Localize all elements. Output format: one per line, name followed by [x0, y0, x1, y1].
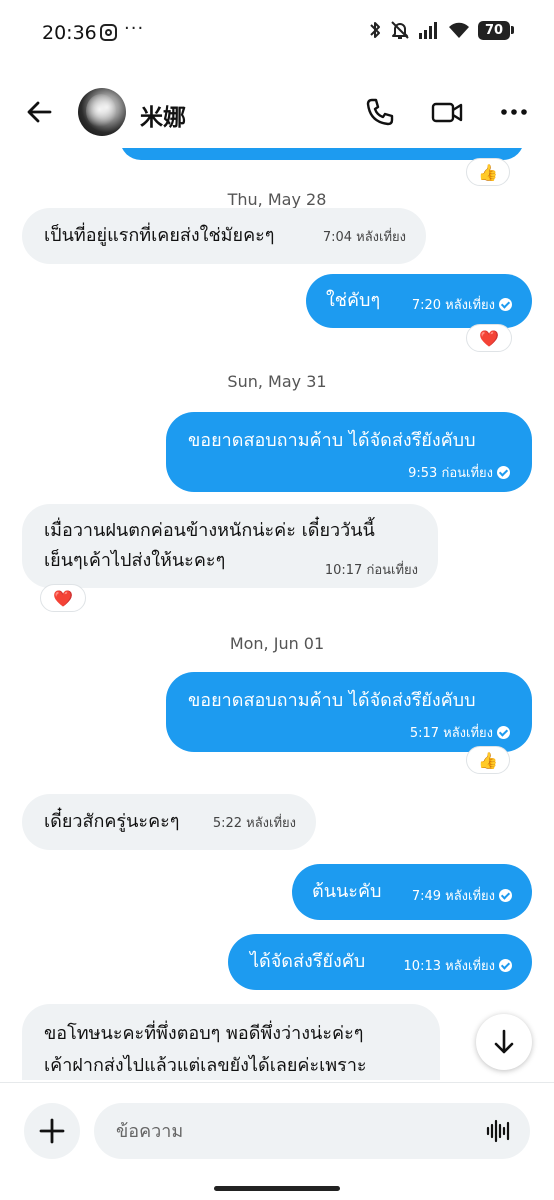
status-time: 20:36: [42, 22, 97, 44]
message-bubble-incoming-partial[interactable]: ขอโทษนะคะที่พึ่งตอบๆ พอดีพึ่งว่างน่ะค่ะๆ…: [22, 1004, 440, 1080]
reaction-thumbs-up[interactable]: 👍: [466, 746, 510, 774]
message-text: เดี๋ยวสักครู่นะคะๆ: [44, 811, 180, 832]
arrow-down-icon: [494, 1029, 514, 1054]
battery-tip: [511, 26, 514, 34]
message-input[interactable]: [94, 1103, 530, 1159]
reaction-heart[interactable]: ❤️: [466, 324, 512, 352]
wifi-icon: [449, 22, 469, 38]
message-bubble-outgoing[interactable]: ได้จัดส่งรึยังคับ 10:13 หลังเที่ยง: [228, 934, 532, 990]
message-text: ใช่คับๆ: [326, 290, 381, 311]
date-separator: Thu, May 28: [227, 190, 327, 209]
message-text-line2: เค้าฝากส่งไปแล้วแต่เลขยังได้เลยค่ะเพราะ: [44, 1055, 367, 1076]
read-check-icon: [499, 959, 512, 972]
message-text: ขอยาดสอบถามค้าบ ได้จัดส่งรึยังคับบ: [188, 430, 476, 451]
phone-call-icon[interactable]: [364, 96, 396, 128]
avatar[interactable]: [78, 88, 126, 136]
message-composer: [0, 1082, 554, 1182]
message-time-text: 5:17 หลังเที่ยง: [409, 726, 493, 741]
read-check-icon: [497, 726, 510, 739]
message-time: 10:13 หลังเที่ยง: [404, 952, 512, 982]
more-notifications-dots: ···: [124, 18, 145, 39]
mute-bell-icon: [391, 21, 409, 39]
message-time: 7:20 หลังเที่ยง: [412, 291, 512, 321]
message-text: เป็นที่อยู่แรกที่เคยส่งใช่มัยคะๆ: [44, 225, 275, 246]
gesture-home-bar[interactable]: [214, 1186, 340, 1191]
scroll-to-bottom-button[interactable]: [476, 1014, 532, 1070]
thumbs-up-icon: 👍: [478, 750, 498, 770]
reaction-thumbs-up[interactable]: 👍: [466, 158, 510, 186]
reaction-heart[interactable]: ❤️: [40, 584, 86, 612]
message-list[interactable]: 👍 Thu, May 28 เป็นที่อยู่แรกที่เคยส่งใช่…: [0, 148, 554, 1080]
date-separator: Sun, May 31: [227, 372, 327, 391]
battery-icon: 70: [478, 20, 514, 40]
add-plus-icon: [39, 1118, 65, 1144]
read-check-icon: [499, 889, 512, 902]
message-time: 9:53 ก่อนเที่ยง: [408, 459, 510, 489]
message-bubble-incoming[interactable]: เดี๋ยวสักครู่นะคะๆ 5:22 หลังเที่ยง: [22, 794, 316, 850]
message-time: 10:17 ก่อนเที่ยง: [324, 563, 418, 578]
message-bubble-incoming[interactable]: เมื่อวานฝนตกค่อนข้างหนักน่ะค่ะ เดี๋ยววัน…: [22, 504, 438, 588]
instagram-notification-icon: [100, 24, 117, 41]
message-time-text: 10:13 หลังเที่ยง: [403, 959, 495, 974]
message-bubble-outgoing[interactable]: ใช่คับๆ 7:20 หลังเที่ยง: [306, 274, 532, 328]
message-text-line1: เมื่อวานฝนตกค่อนข้างหนักน่ะค่ะ เดี๋ยววัน…: [44, 520, 375, 541]
message-text: ได้จัดส่งรึยังคับ: [250, 951, 366, 972]
contact-name[interactable]: 米娜: [140, 98, 186, 132]
heart-icon: ❤️: [479, 328, 499, 348]
message-text: ต้นนะคับ: [312, 881, 382, 902]
message-time-text: 7:20 หลังเที่ยง: [411, 298, 495, 313]
voice-waveform-icon[interactable]: [486, 1119, 512, 1143]
read-check-icon: [497, 466, 510, 479]
message-bubble-outgoing[interactable]: ขอยาดสอบถามค้าบ ได้จัดส่งรึยังคับบ 5:17 …: [166, 672, 532, 752]
read-check-icon: [499, 298, 512, 311]
heart-icon: ❤️: [53, 588, 73, 608]
message-time: 7:49 หลังเที่ยง: [412, 882, 512, 912]
signal-icon: [419, 22, 437, 39]
status-icons: 70: [368, 20, 514, 40]
message-time: 7:04 หลังเที่ยง: [322, 230, 406, 245]
message-time-text: 7:49 หลังเที่ยง: [411, 889, 495, 904]
more-options-icon[interactable]: [498, 96, 530, 128]
thumbs-up-icon: 👍: [478, 162, 498, 182]
date-separator: Mon, Jun 01: [229, 634, 325, 653]
message-text-line1: ขอโทษนะคะที่พึ่งตอบๆ พอดีพึ่งว่างน่ะค่ะๆ: [44, 1023, 364, 1044]
message-bubble-outgoing-partial[interactable]: [120, 148, 524, 160]
bluetooth-icon: [370, 22, 380, 38]
status-bar: 20:36 ··· 70: [0, 0, 554, 70]
battery-level: 70: [478, 20, 510, 40]
message-bubble-incoming[interactable]: เป็นที่อยู่แรกที่เคยส่งใช่มัยคะๆ 7:04 หล…: [22, 208, 426, 264]
message-bubble-outgoing[interactable]: ต้นนะคับ 7:49 หลังเที่ยง: [292, 864, 532, 920]
message-time: 5:17 หลังเที่ยง: [410, 719, 510, 749]
message-bubble-outgoing[interactable]: ขอยาดสอบถามค้าบ ได้จัดส่งรึยังคับบ 9:53 …: [166, 412, 532, 492]
video-call-icon[interactable]: [430, 96, 464, 128]
message-time-text: 9:53 ก่อนเที่ยง: [408, 466, 493, 481]
conversation-header: 米娜: [0, 76, 554, 148]
message-time: 5:22 หลังเที่ยง: [212, 816, 296, 831]
add-attachment-button[interactable]: [24, 1103, 80, 1159]
message-text: ขอยาดสอบถามค้าบ ได้จัดส่งรึยังคับบ: [188, 690, 476, 711]
back-arrow-icon[interactable]: [24, 96, 56, 128]
